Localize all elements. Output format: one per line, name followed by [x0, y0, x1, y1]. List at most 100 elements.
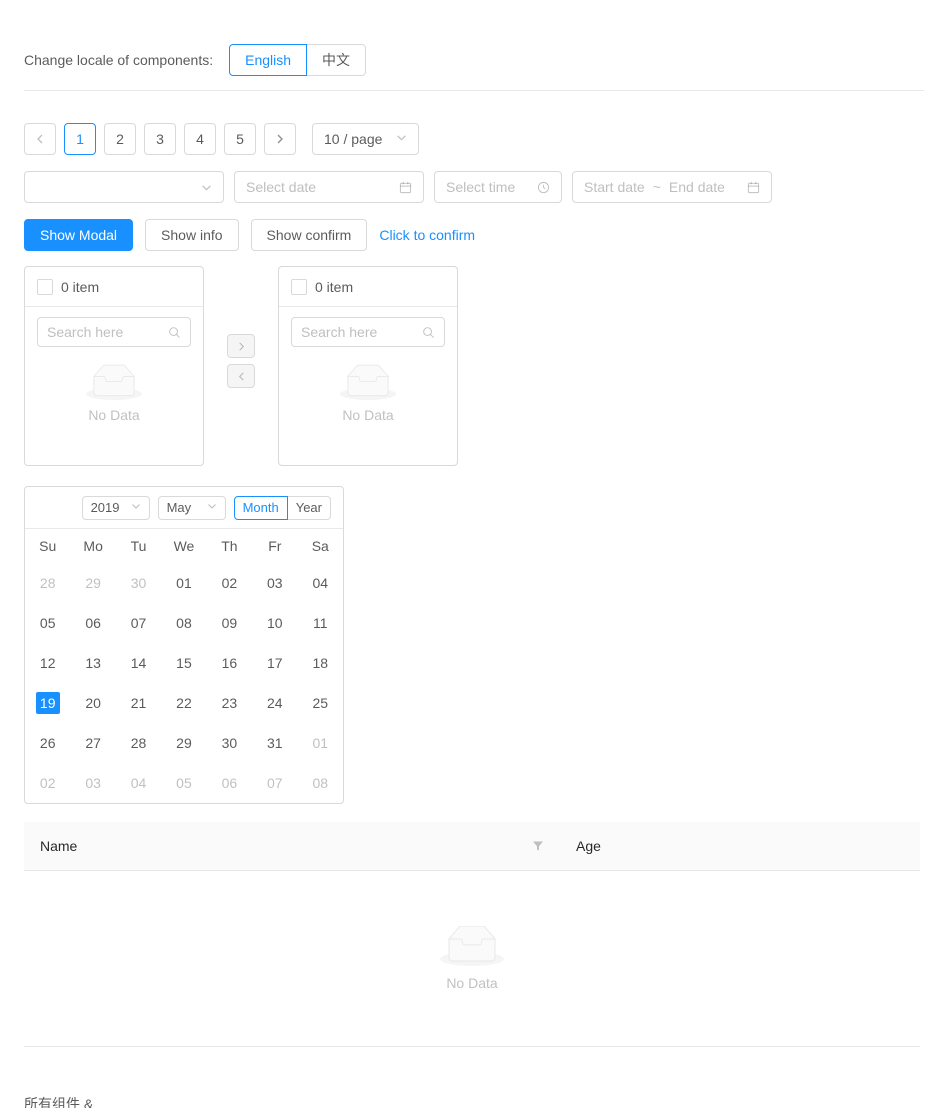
- calendar-day-cell[interactable]: 27: [70, 723, 115, 763]
- show-confirm-button[interactable]: Show confirm: [250, 219, 368, 251]
- calendar-day-cell[interactable]: 04: [298, 563, 343, 603]
- calendar-month-select[interactable]: May: [157, 495, 226, 520]
- calendar-weekday: Mo: [83, 538, 103, 554]
- transfer-right-search-input[interactable]: Search here: [291, 317, 445, 347]
- transfer-left-select-all-checkbox[interactable]: [37, 278, 53, 295]
- calendar-day-cell[interactable]: 29: [161, 723, 206, 763]
- locale-radio-group[interactable]: English 中文: [229, 44, 367, 76]
- chevron-down-icon: [207, 501, 217, 514]
- pagination-page-1[interactable]: 1: [64, 123, 96, 155]
- calendar-week-row: 26 27 28 29 30 31 01: [25, 723, 343, 763]
- calendar-day-cell[interactable]: 14: [116, 643, 161, 683]
- calendar-day-cell[interactable]: 05: [25, 603, 70, 643]
- calendar-day-cell[interactable]: 17: [252, 643, 297, 683]
- calendar-day-cell[interactable]: 06: [70, 603, 115, 643]
- calendar-day-cell-selected[interactable]: 19: [25, 683, 70, 723]
- calendar-day-cell[interactable]: 07: [252, 763, 297, 803]
- calendar-day-cell[interactable]: 22: [161, 683, 206, 723]
- calendar-day-cell[interactable]: 28: [25, 563, 70, 603]
- calendar-day-cell[interactable]: 12: [25, 643, 70, 683]
- calendar-mode-month[interactable]: Month: [233, 495, 288, 520]
- calendar-day-cell[interactable]: 07: [116, 603, 161, 643]
- select-input[interactable]: [24, 171, 224, 203]
- calendar-day-cell[interactable]: 30: [207, 723, 252, 763]
- transfer-to-left-button[interactable]: [227, 364, 255, 388]
- calendar-day-cell[interactable]: 09: [207, 603, 252, 643]
- calendar-day-cell[interactable]: 11: [298, 603, 343, 643]
- calendar-weekday-row: Su Mo Tu We Th Fr Sa: [25, 529, 343, 563]
- transfer-to-right-button[interactable]: [227, 334, 255, 358]
- calendar-day-cell[interactable]: 13: [70, 643, 115, 683]
- calendar-day-cell[interactable]: 15: [161, 643, 206, 683]
- calendar-day-cell[interactable]: 29: [70, 563, 115, 603]
- transfer-left-count: 0 item: [61, 278, 100, 295]
- show-modal-button[interactable]: Show Modal: [24, 219, 134, 251]
- transfer-left-body: Search here No Data: [25, 307, 203, 465]
- calendar-day-cell[interactable]: 23: [207, 683, 252, 723]
- calendar-day-cell[interactable]: 03: [252, 563, 297, 603]
- transfer-right-header: 0 item: [279, 267, 457, 307]
- calendar-day-cell[interactable]: 02: [207, 563, 252, 603]
- footer-text: 所有组件 &: [24, 1096, 94, 1108]
- calendar-day-cell[interactable]: 26: [25, 723, 70, 763]
- transfer-right-select-all-checkbox[interactable]: [291, 278, 307, 295]
- calendar-day-cell[interactable]: 20: [70, 683, 115, 723]
- calendar-day-cell[interactable]: 01: [298, 723, 343, 763]
- pagination-page-4[interactable]: 4: [184, 123, 216, 155]
- table-empty-state: No Data: [24, 871, 920, 1047]
- calendar-day-cell[interactable]: 31: [252, 723, 297, 763]
- calendar-day-cell[interactable]: 28: [116, 723, 161, 763]
- calendar-grid: Su Mo Tu We Th Fr Sa 28 29 30 01 02 03 0…: [25, 529, 343, 803]
- calendar-day-cell[interactable]: 08: [161, 603, 206, 643]
- pagination-page-size-label: 10 / page: [324, 131, 383, 147]
- transfer-left-empty-text: No Data: [88, 407, 140, 423]
- calendar-day-cell[interactable]: 08: [298, 763, 343, 803]
- calendar-header: 2019 May Month Year: [25, 487, 343, 529]
- calendar-day-cell[interactable]: 05: [161, 763, 206, 803]
- filter-icon[interactable]: [532, 840, 544, 852]
- transfer-left-header: 0 item: [25, 267, 203, 307]
- calendar-day-cell[interactable]: 30: [116, 563, 161, 603]
- time-picker-input[interactable]: Select time: [434, 171, 562, 203]
- calendar-day-cell[interactable]: 03: [70, 763, 115, 803]
- show-info-button[interactable]: Show info: [145, 219, 239, 251]
- calendar-day-cell[interactable]: 18: [298, 643, 343, 683]
- transfer-left-search-input[interactable]: Search here: [37, 317, 191, 347]
- range-end-placeholder: End date: [668, 179, 725, 195]
- calendar-year-select[interactable]: 2019: [81, 495, 150, 520]
- date-range-picker-input[interactable]: Start date ~ End date: [572, 171, 772, 203]
- search-icon[interactable]: [168, 326, 181, 339]
- calendar-week-row: 12 13 14 15 16 17 18: [25, 643, 343, 683]
- calendar-weekday: We: [173, 538, 195, 554]
- calendar-day-cell[interactable]: 01: [161, 563, 206, 603]
- pagination-page-2[interactable]: 2: [104, 123, 136, 155]
- transfer-right-body: Search here No Data: [279, 307, 457, 465]
- pagination-prev-icon[interactable]: [24, 123, 56, 155]
- calendar-mode-year[interactable]: Year: [287, 495, 331, 520]
- pagination-page-size-select[interactable]: 10 / page: [312, 123, 420, 155]
- date-picker-placeholder: Select date: [246, 179, 317, 195]
- pagination-page-5[interactable]: 5: [224, 123, 256, 155]
- page-root: Change locale of components: English 中文 …: [0, 0, 952, 1108]
- click-to-confirm-link[interactable]: Click to confirm: [379, 227, 475, 243]
- pagination-next-icon[interactable]: [264, 123, 296, 155]
- calendar-day-cell[interactable]: 25: [298, 683, 343, 723]
- calendar-day-cell[interactable]: 16: [207, 643, 252, 683]
- calendar-day-cell[interactable]: 10: [252, 603, 297, 643]
- calendar-day-cell[interactable]: 04: [116, 763, 161, 803]
- calendar-week-row: 02 03 04 05 06 07 08: [25, 763, 343, 803]
- calendar-day-cell[interactable]: 21: [116, 683, 161, 723]
- calendar-day-cell[interactable]: 06: [207, 763, 252, 803]
- calendar-week-row: 19 20 21 22 23 24 25: [25, 683, 343, 723]
- date-picker-input[interactable]: Select date: [234, 171, 424, 203]
- locale-option-chinese[interactable]: 中文: [307, 44, 367, 76]
- calendar-day-cell[interactable]: 24: [252, 683, 297, 723]
- calendar-day-cell[interactable]: 02: [25, 763, 70, 803]
- calendar-mode-toggle[interactable]: Month Year: [233, 495, 331, 520]
- calendar-weekday: Th: [221, 538, 238, 554]
- locale-option-english[interactable]: English: [229, 44, 308, 76]
- locale-switcher: Change locale of components: English 中文: [24, 44, 367, 76]
- range-inner: Start date ~ End date: [584, 179, 747, 195]
- pagination-page-3[interactable]: 3: [144, 123, 176, 155]
- search-icon[interactable]: [422, 326, 435, 339]
